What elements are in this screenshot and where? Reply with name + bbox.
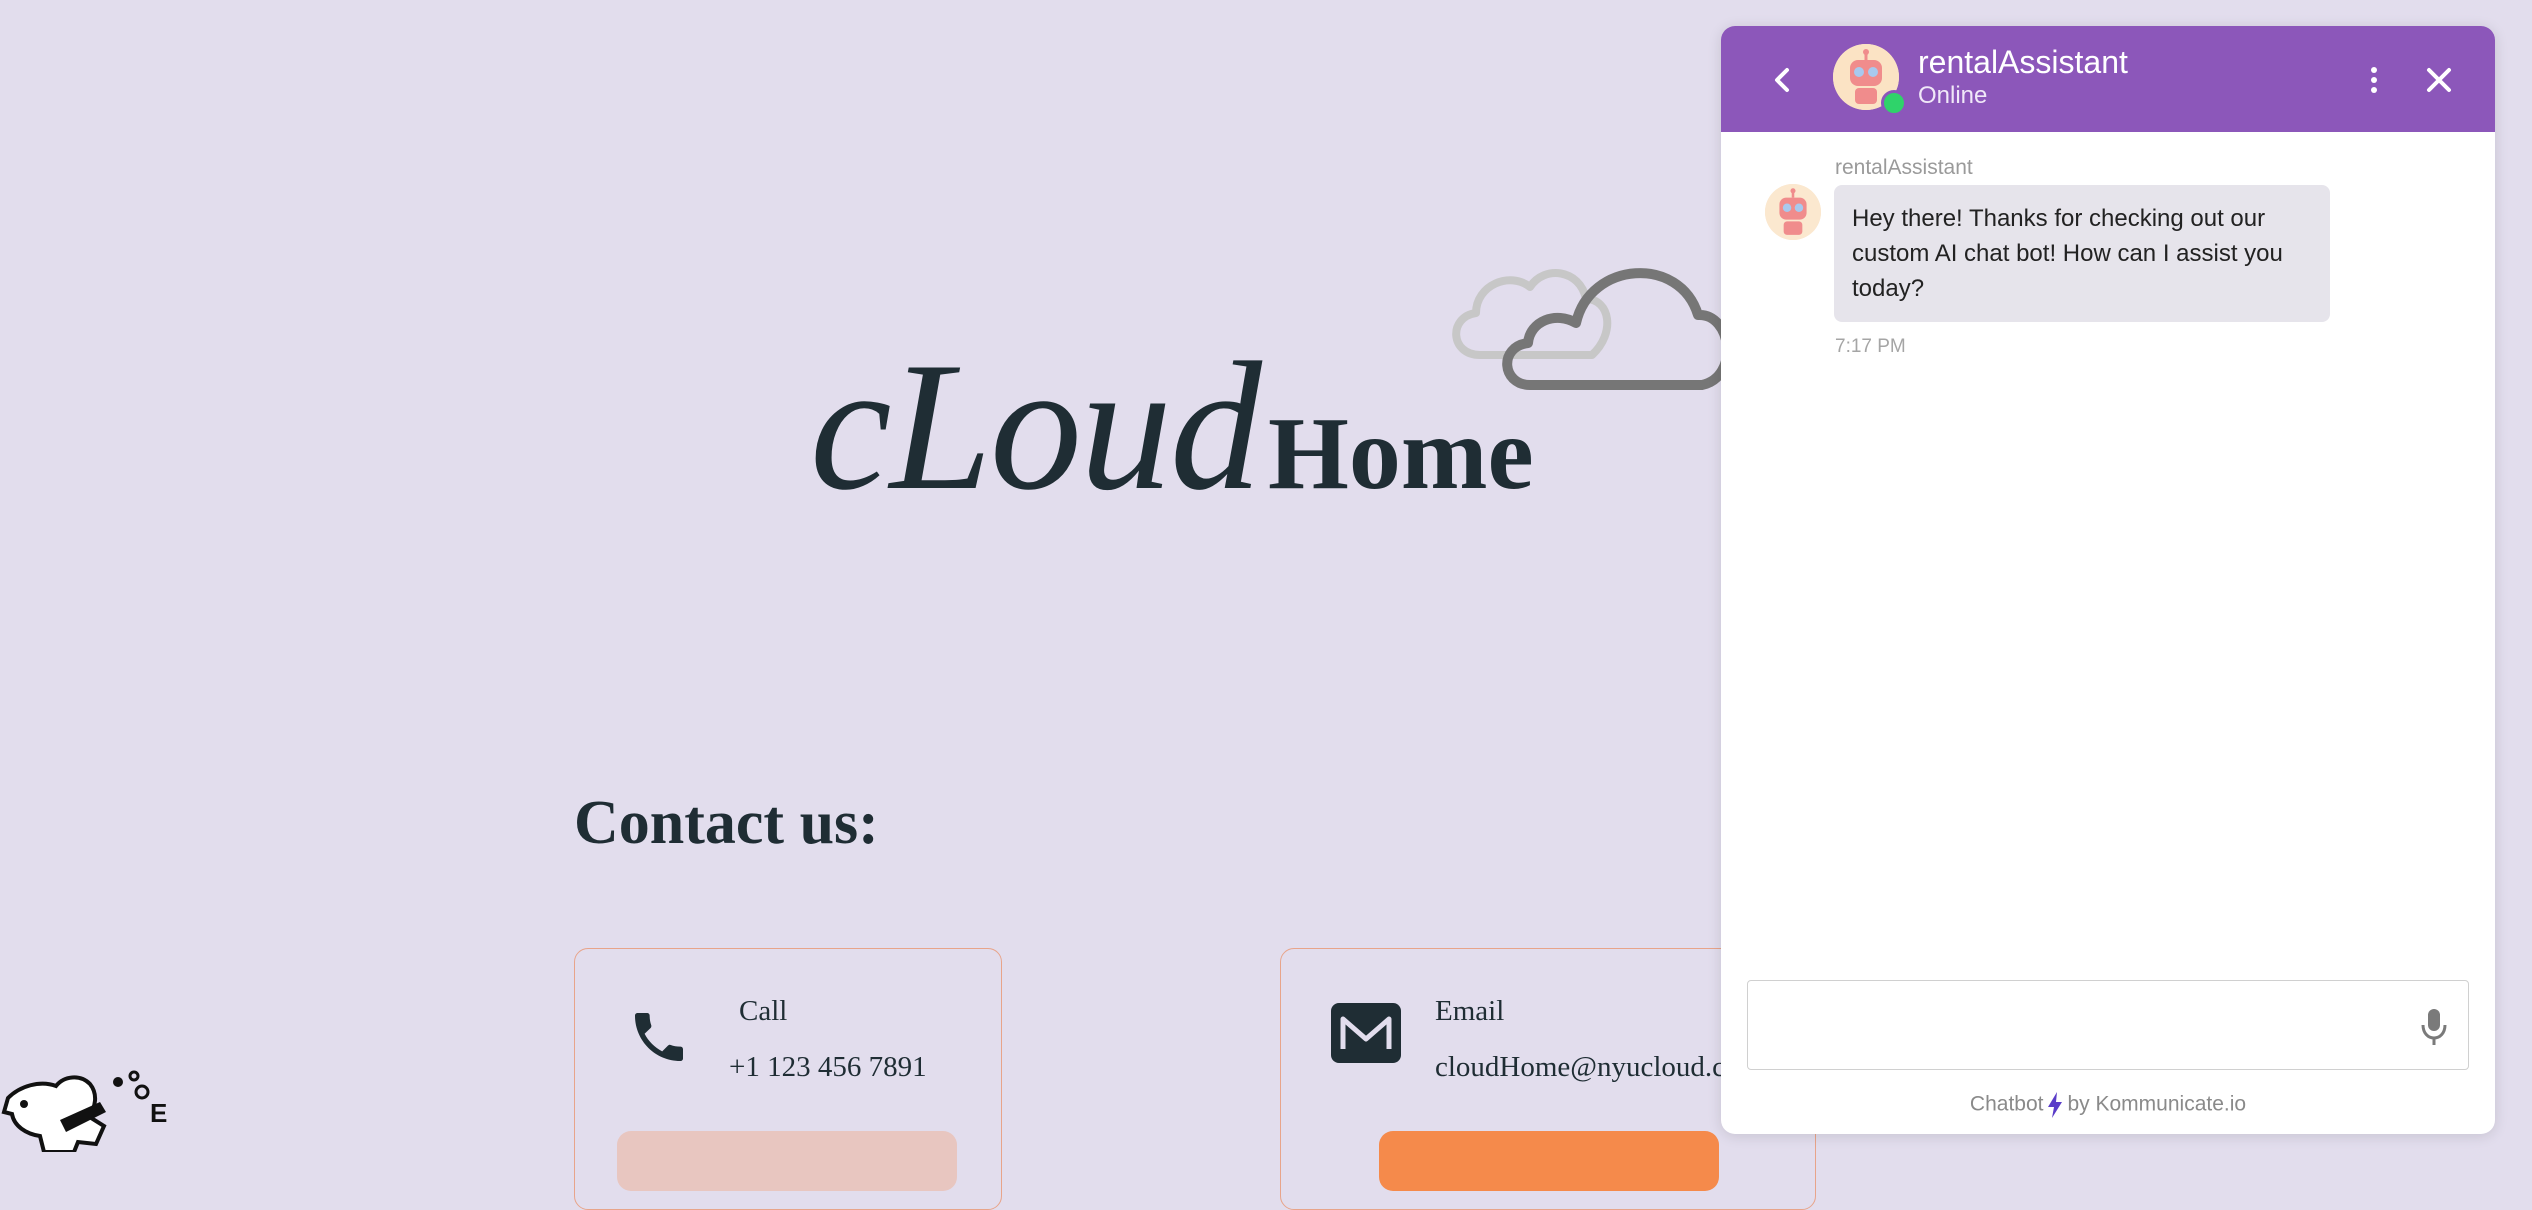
email-label: Email	[1435, 995, 1505, 1027]
logo-part-home: Home	[1268, 396, 1534, 511]
call-button[interactable]	[617, 1131, 957, 1191]
call-card: Call +1 123 456 7891	[574, 948, 1002, 1210]
close-icon[interactable]	[2421, 62, 2457, 98]
footer-prefix: Chatbot	[1969, 1092, 2044, 1116]
cloud-icon	[1452, 268, 1730, 390]
bot-status: Online	[1918, 82, 1988, 109]
call-number: +1 123 456 7891	[729, 1051, 927, 1083]
logo-part-cloud: cLoud	[810, 324, 1262, 528]
phone-icon	[635, 1013, 683, 1061]
bot-avatar	[1833, 44, 1907, 116]
online-status-dot	[1881, 90, 1907, 116]
chat-header: rentalAssistant Online	[1721, 26, 2495, 132]
back-chevron-icon[interactable]	[1763, 60, 1803, 100]
bolt-icon	[2048, 1092, 2063, 1118]
site-logo: cLoudHome	[810, 320, 1534, 532]
message-time: 7:17 PM	[1835, 336, 1906, 357]
message-input-box	[1747, 980, 2469, 1070]
bot-name: rentalAssistant	[1918, 44, 2128, 80]
mail-icon	[1331, 1003, 1401, 1063]
call-label: Call	[739, 995, 788, 1027]
email-button[interactable]	[1379, 1131, 1719, 1191]
powered-by-footer: Chatbot by Kommunicate.io	[1721, 1092, 2495, 1118]
more-vertical-icon[interactable]	[2364, 62, 2384, 98]
microphone-icon[interactable]	[2420, 1007, 2448, 1047]
contact-title: Contact us:	[574, 789, 879, 857]
chat-widget: rentalAssistant Online rentalAssistant H…	[1721, 26, 2495, 1134]
svg-text:E: E	[150, 1098, 167, 1128]
bot-avatar-icon	[1765, 184, 1821, 240]
message-input[interactable]	[1748, 981, 2408, 1069]
mascot-dog-icon: E	[1, 1070, 167, 1152]
message-bubble: Hey there! Thanks for checking out our c…	[1834, 185, 2330, 322]
message-sender: rentalAssistant	[1835, 156, 1973, 179]
message-avatar	[1765, 184, 1821, 240]
kommunicate-link[interactable]: by Kommunicate.io	[2067, 1093, 2246, 1116]
email-address: cloudHome@nyucloud.co	[1435, 1051, 1740, 1083]
